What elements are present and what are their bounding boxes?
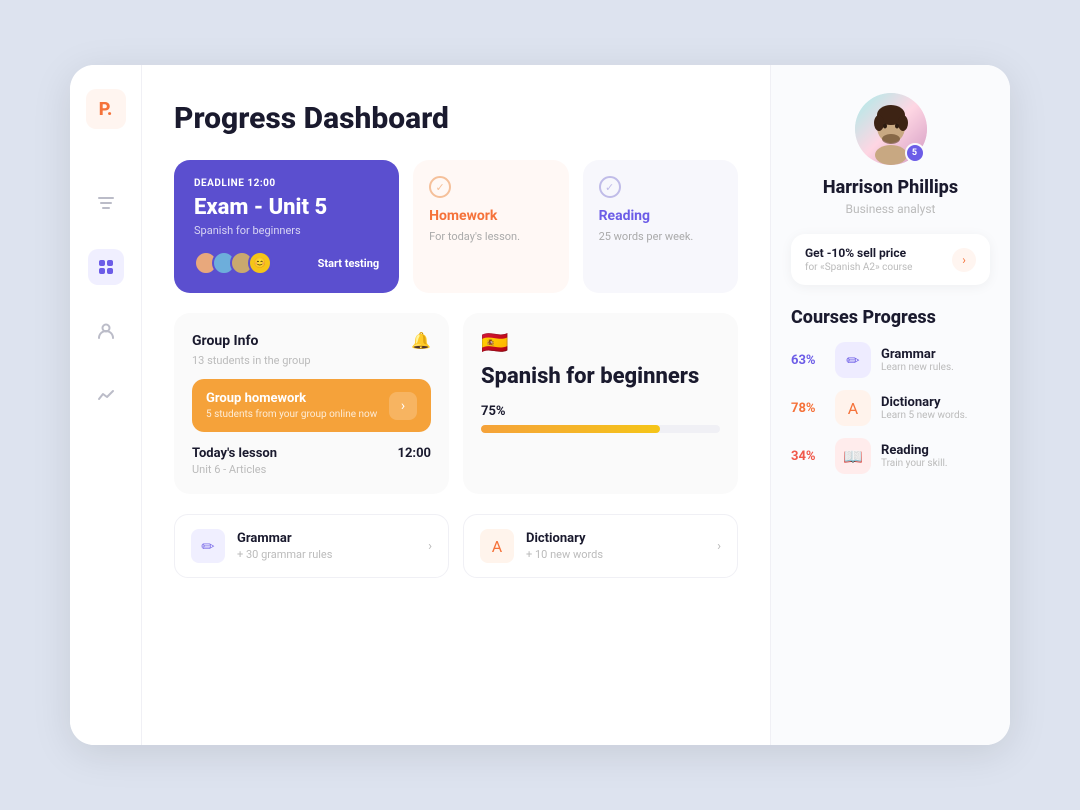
logo[interactable]: P. [86, 89, 126, 129]
bell-icon[interactable]: 🔔 [411, 331, 431, 350]
homework-desc: For today's lesson. [429, 230, 552, 243]
top-cards-row: DEADLINE 12:00 Exam - Unit 5 Spanish for… [174, 160, 738, 293]
promo-arrow-icon: › [952, 248, 976, 272]
reading-percent: 34% [791, 449, 825, 464]
grammar-percent: 63% [791, 353, 825, 368]
page-title: Progress Dashboard [174, 101, 738, 136]
reading-cp-sub: Train your skill. [881, 458, 948, 469]
group-info-card: Group Info 🔔 13 students in the group Gr… [174, 313, 449, 494]
grammar-cp-info: Grammar Learn new rules. [881, 347, 954, 373]
grammar-shortcut-card[interactable]: ✏ Grammar + 30 grammar rules › [174, 514, 449, 578]
reading-cp-title: Reading [881, 443, 948, 458]
sidebar-item-chart[interactable] [88, 377, 124, 413]
flag-icon: 🇪🇸 [481, 331, 720, 356]
user-role: Business analyst [846, 202, 936, 216]
dictionary-percent: 78% [791, 401, 825, 416]
user-name: Harrison Phillips [823, 177, 958, 198]
middle-row: Group Info 🔔 13 students in the group Gr… [174, 313, 738, 494]
course-progress-reading: 34% 📖 Reading Train your skill. [791, 438, 990, 474]
homework-btn-title: Group homework [206, 391, 377, 406]
group-subtitle: 13 students in the group [192, 354, 431, 367]
group-card-header: Group Info 🔔 [192, 331, 431, 350]
avatar-group: 😊 [194, 251, 272, 275]
progress-bar-fill [481, 425, 660, 433]
promo-subtitle: for «Spanish A2» course [805, 262, 912, 273]
course-progress-dictionary: 78% A Dictionary Learn 5 new words. [791, 390, 990, 426]
lesson-title: Today's lesson [192, 446, 277, 461]
homework-arrow-icon: › [389, 392, 417, 420]
promo-title: Get -10% sell price [805, 246, 912, 260]
grammar-info: Grammar + 30 grammar rules [237, 531, 332, 561]
course-progress-grammar: 63% ✏ Grammar Learn new rules. [791, 342, 990, 378]
progress-bar-background [481, 425, 720, 433]
grammar-cp-sub: Learn new rules. [881, 362, 954, 373]
exam-title: Exam - Unit 5 [194, 195, 379, 220]
dictionary-shortcut-title: Dictionary [526, 531, 603, 546]
dictionary-shortcut-sub: + 10 new words [526, 548, 603, 561]
dictionary-cp-sub: Learn 5 new words. [881, 410, 967, 421]
dictionary-cp-title: Dictionary [881, 395, 967, 410]
lesson-time: 12:00 [398, 446, 432, 461]
exam-footer: 😊 Start testing [194, 251, 379, 275]
homework-btn-sub: 5 students from your group online now [206, 409, 377, 420]
exam-card: DEADLINE 12:00 Exam - Unit 5 Spanish for… [174, 160, 399, 293]
sidebar-item-filter[interactable] [88, 185, 124, 221]
app-container: P. [70, 65, 1010, 745]
homework-card: ✓ Homework For today's lesson. [413, 160, 568, 293]
grammar-shortcut-title: Grammar [237, 531, 332, 546]
sidebar-nav [88, 185, 124, 413]
homework-check-icon: ✓ [429, 176, 451, 198]
reading-desc: 25 words per week. [599, 230, 722, 243]
dictionary-shortcut-card[interactable]: A Dictionary + 10 new words › [463, 514, 738, 578]
promo-text: Get -10% sell price for «Spanish A2» cou… [805, 246, 912, 273]
grammar-shortcut-sub: + 30 grammar rules [237, 548, 332, 561]
sidebar-item-user[interactable] [88, 313, 124, 349]
dictionary-arrow-icon: › [717, 539, 721, 554]
dictionary-cp-icon: A [835, 390, 871, 426]
reading-cp-icon: 📖 [835, 438, 871, 474]
grammar-icon: ✏ [191, 529, 225, 563]
grammar-cp-title: Grammar [881, 347, 954, 362]
grammar-arrow-icon: › [428, 539, 432, 554]
group-title: Group Info [192, 333, 258, 349]
dictionary-cp-info: Dictionary Learn 5 new words. [881, 395, 967, 421]
user-avatar-wrapper: 5 [855, 93, 927, 165]
exam-subtitle: Spanish for beginners [194, 224, 379, 237]
shortcut-row: ✏ Grammar + 30 grammar rules › A Diction… [174, 514, 738, 578]
homework-label: Homework [429, 208, 552, 224]
lesson-subtitle: Unit 6 - Articles [192, 463, 277, 476]
grammar-cp-icon: ✏ [835, 342, 871, 378]
courses-progress-title: Courses Progress [791, 307, 990, 328]
group-homework-button[interactable]: Group homework 5 students from your grou… [192, 379, 431, 432]
reading-label: Reading [599, 208, 722, 224]
promo-card[interactable]: Get -10% sell price for «Spanish A2» cou… [791, 234, 990, 285]
deadline-label: DEADLINE 12:00 [194, 178, 379, 189]
right-panel: 5 Harrison Phillips Business analyst Get… [770, 65, 1010, 745]
today-lesson: Today's lesson Unit 6 - Articles 12:00 [192, 446, 431, 476]
main-content: Progress Dashboard DEADLINE 12:00 Exam -… [142, 65, 770, 745]
avatar-4: 😊 [248, 251, 272, 275]
reading-check-icon: ✓ [599, 176, 621, 198]
progress-label: 75% [481, 404, 720, 419]
dictionary-icon: A [480, 529, 514, 563]
spanish-course-card: 🇪🇸 Spanish for beginners 75% [463, 313, 738, 494]
homework-text: Group homework 5 students from your grou… [206, 391, 377, 420]
sidebar: P. [70, 65, 142, 745]
dictionary-info: Dictionary + 10 new words [526, 531, 603, 561]
course-title: Spanish for beginners [481, 364, 720, 390]
notification-badge: 5 [905, 143, 925, 163]
lesson-info: Today's lesson Unit 6 - Articles [192, 446, 277, 476]
start-testing-button[interactable]: Start testing [318, 257, 380, 270]
reading-card: ✓ Reading 25 words per week. [583, 160, 738, 293]
reading-cp-info: Reading Train your skill. [881, 443, 948, 469]
sidebar-item-grid[interactable] [88, 249, 124, 285]
